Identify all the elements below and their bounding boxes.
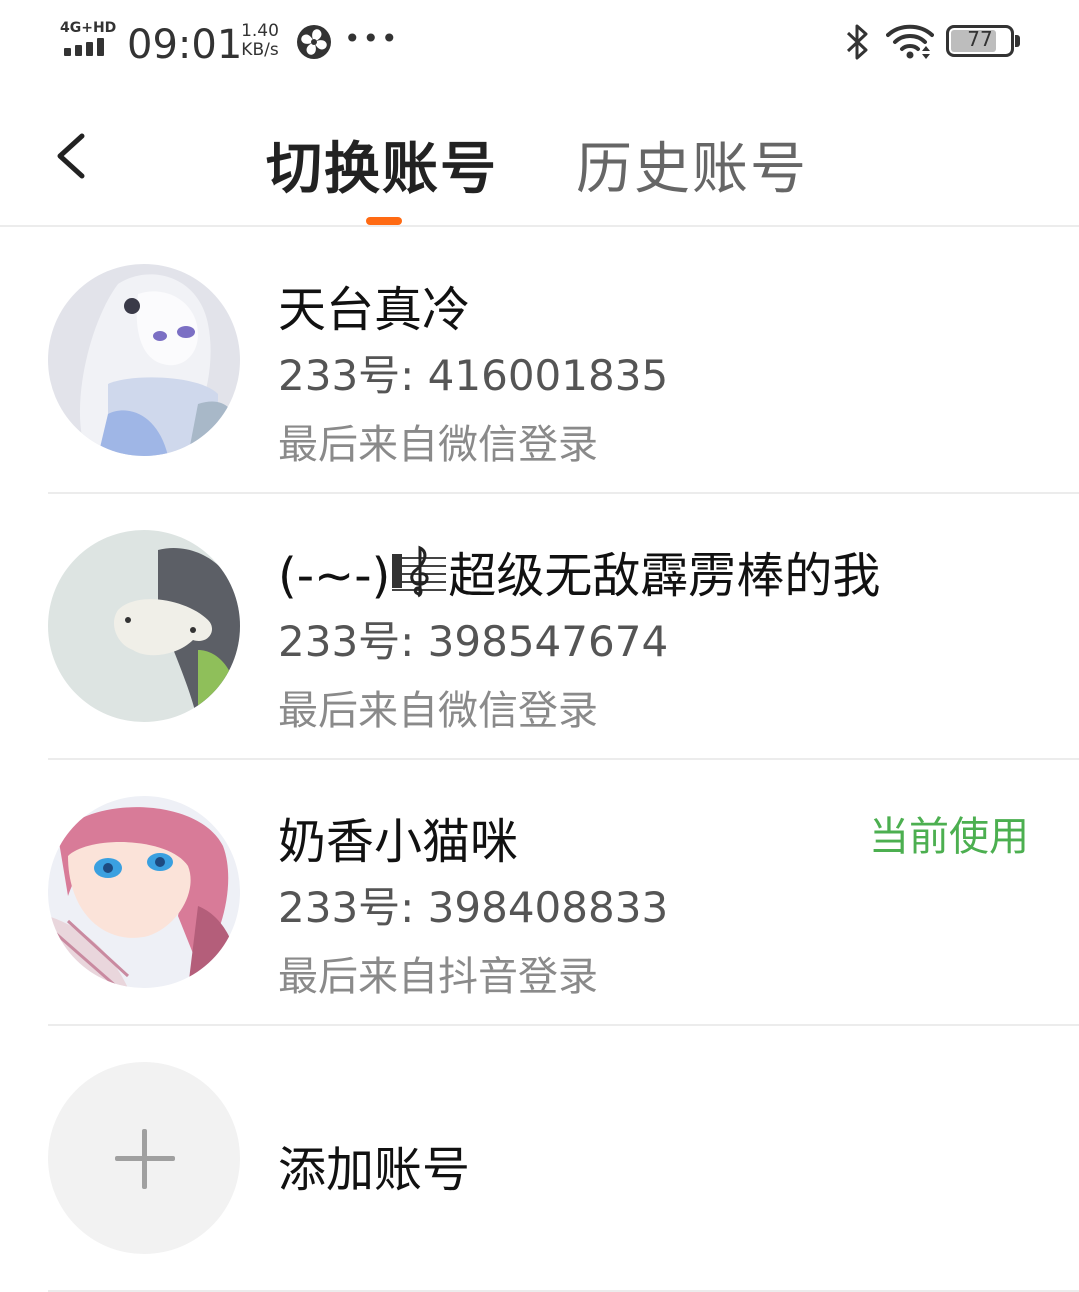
- network-type: 4G+HD: [60, 20, 117, 36]
- speed-value: 1.40: [241, 21, 279, 41]
- account-item[interactable]: 奶香小猫咪 当前使用 233号: 398408833 最后来自抖音登录: [0, 760, 1079, 1026]
- tab-header: 切换账号 历史账号: [0, 90, 1079, 227]
- status-bar: 4G+HD 09:01 1.40 KB/s ••• 77: [0, 0, 1079, 90]
- account-item[interactable]: 天台真冷 233号: 416001835 最后来自微信登录: [0, 228, 1079, 494]
- battery-level: 77: [967, 27, 993, 51]
- add-account-circle[interactable]: [48, 1062, 240, 1254]
- current-account-badge: 当前使用: [869, 814, 1029, 860]
- tab-history-account[interactable]: 历史账号: [576, 124, 808, 205]
- wifi-icon: [886, 24, 934, 59]
- account-name: (-~-) 超级无敌霹雳棒的我: [278, 536, 880, 606]
- login-source: 最后来自微信登录: [278, 422, 598, 468]
- account-name: 天台真冷: [278, 282, 471, 338]
- avatar: [48, 264, 240, 456]
- avatar: [48, 530, 240, 722]
- active-tab-indicator: [366, 217, 402, 225]
- login-source: 最后来自抖音登录: [278, 954, 598, 1000]
- avatar: [48, 796, 240, 988]
- tab-switch-account[interactable]: 切换账号: [266, 124, 498, 205]
- speed-unit: KB/s: [241, 40, 279, 60]
- account-id: 233号: 398408833: [278, 883, 669, 932]
- fan-icon: [297, 25, 331, 59]
- network-speed: 1.40 KB/s: [238, 22, 282, 60]
- account-name-prefix: (-~-): [278, 548, 391, 604]
- switch-account-screen: 4G+HD 09:01 1.40 KB/s ••• 77 切换账号 历史账号 天…: [0, 0, 1079, 1292]
- add-account-button[interactable]: 添加账号: [0, 1026, 1079, 1292]
- account-item[interactable]: (-~-) 超级无敌霹雳棒的我 233号: 398547674 最后来自微信登录: [0, 494, 1079, 760]
- chevron-left-icon[interactable]: [48, 128, 98, 184]
- account-name: 奶香小猫咪: [278, 814, 519, 870]
- treble-clef-icon: [390, 545, 449, 598]
- more-notifications-icon: •••: [344, 22, 400, 55]
- clock: 09:01: [127, 22, 243, 68]
- account-name-suffix: 超级无敌霹雳棒的我: [448, 548, 881, 604]
- bluetooth-icon: [846, 24, 868, 60]
- battery-icon: 77: [946, 25, 1020, 57]
- login-source: 最后来自微信登录: [278, 688, 598, 734]
- add-account-label: 添加账号: [278, 1142, 471, 1198]
- signal-icon: 4G+HD: [60, 20, 120, 60]
- account-id: 233号: 416001835: [278, 351, 669, 400]
- account-id: 233号: 398547674: [278, 617, 669, 666]
